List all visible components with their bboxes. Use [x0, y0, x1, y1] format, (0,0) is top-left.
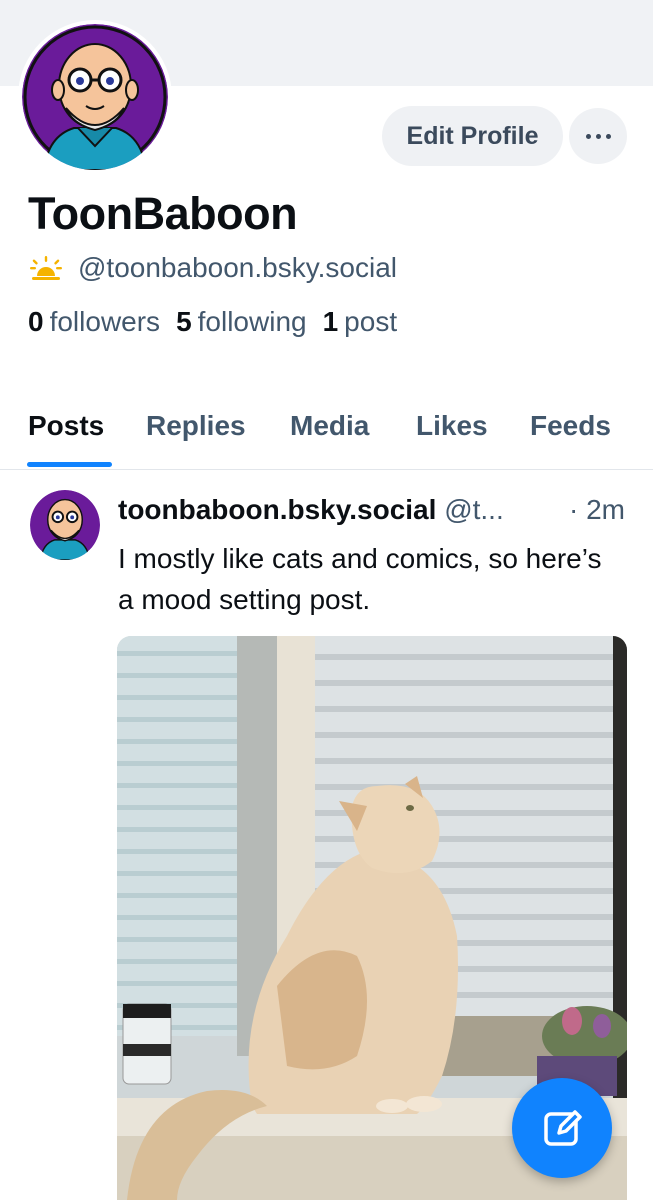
ellipsis-icon [585, 133, 591, 139]
post-timestamp[interactable]: · 2m [565, 494, 625, 526]
followers-count: 0 [28, 306, 44, 337]
sun-icon [30, 256, 62, 280]
post-author-avatar[interactable] [30, 490, 100, 560]
tab-feeds[interactable]: Feeds [530, 410, 611, 442]
post-header: toonbaboon.bsky.social @t... · 2m [118, 494, 633, 526]
ellipsis-icon [605, 133, 611, 139]
post-text: I mostly like cats and comics, so here’s… [118, 543, 602, 615]
tab-likes[interactable]: Likes [416, 410, 488, 442]
compose-icon [544, 1110, 582, 1146]
followers-label: followers [49, 306, 161, 337]
avatar-illustration [30, 490, 100, 560]
profile-avatar[interactable] [18, 20, 172, 174]
posts-stat: 1 post [323, 306, 398, 338]
tab-posts[interactable]: Posts [28, 410, 104, 442]
followers-stat[interactable]: 0 followers [28, 306, 160, 338]
ellipsis-icon [595, 133, 601, 139]
post-author-handle[interactable]: @t... [444, 494, 504, 525]
edit-profile-button[interactable]: Edit Profile [382, 106, 563, 166]
posts-count: 1 [322, 306, 339, 337]
post-author-name[interactable]: toonbaboon.bsky.social [118, 494, 436, 525]
profile-stats: 0 followers 5 following 1 post [28, 306, 397, 338]
profile-tabs: Posts Replies Media Likes Feeds [0, 404, 653, 470]
compose-post-button[interactable] [512, 1078, 612, 1178]
tab-replies[interactable]: Replies [146, 410, 246, 442]
tab-media[interactable]: Media [290, 410, 369, 442]
display-name: ToonBaboon [28, 188, 298, 239]
posts-label: post [344, 306, 398, 337]
following-label: following [197, 306, 307, 337]
avatar-illustration [22, 24, 168, 170]
following-count: 5 [176, 306, 192, 337]
handle-row: @toonbaboon.bsky.social [28, 252, 397, 284]
more-options-button[interactable] [569, 108, 627, 164]
active-tab-indicator [27, 462, 112, 467]
profile-handle[interactable]: @toonbaboon.bsky.social [78, 252, 397, 284]
following-stat[interactable]: 5 following [176, 306, 307, 338]
